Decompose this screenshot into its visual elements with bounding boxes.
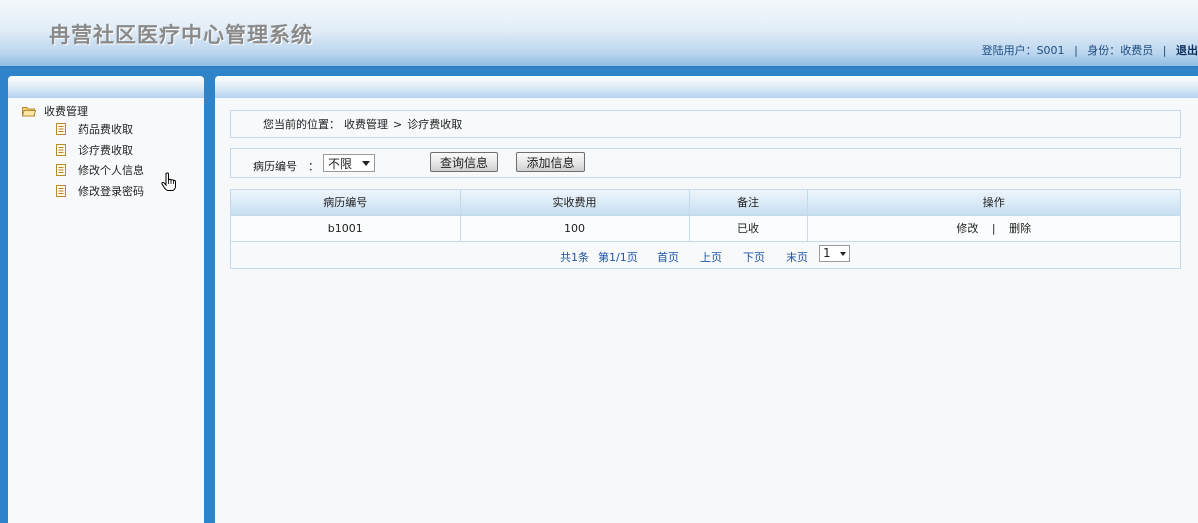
delete-link[interactable]: 删除 xyxy=(1009,222,1031,235)
chevron-down-icon xyxy=(362,161,370,166)
nav-root-fee-management[interactable]: 收费管理 xyxy=(22,103,144,119)
breadcrumb-arrow: > xyxy=(393,117,403,131)
app-header: 冉营社区医疗中心管理系统 登陆用户：S001 | 身份：收费员 | 退出 xyxy=(0,0,1198,68)
sidebar-item-change-password[interactable]: 修改登录密码 xyxy=(56,181,144,202)
folder-open-icon xyxy=(22,106,36,117)
breadcrumb-level2: 诊疗费收取 xyxy=(407,118,463,131)
nav-root-label: 收费管理 xyxy=(44,105,88,118)
amount-cell: 100 xyxy=(460,215,690,242)
pagination: 共1条 第1/1页 首页 上页 下页 末页 1 xyxy=(231,242,1180,268)
page-select[interactable]: 1 xyxy=(819,244,850,262)
content-header xyxy=(215,76,1198,98)
user-bar: 登陆用户：S001 | 身份：收费员 | 退出 xyxy=(982,42,1198,58)
chevron-down-icon xyxy=(840,251,846,256)
document-icon xyxy=(56,123,66,136)
column-header: 操作 xyxy=(807,190,1180,216)
sidebar-item-label: 修改个人信息 xyxy=(78,164,144,178)
column-header: 实收费用 xyxy=(460,190,690,216)
record-no-cell: b1001 xyxy=(231,215,461,242)
label-colon: ： xyxy=(308,160,319,173)
sidebar-item-medicine-fee[interactable]: 药品费收取 xyxy=(56,119,144,140)
app-title: 冉营社区医疗中心管理系统 xyxy=(49,22,313,47)
actions-cell: 修改 | 删除 xyxy=(807,215,1180,242)
prev-page-link[interactable]: 上页 xyxy=(700,249,722,265)
record-no-select[interactable]: 不限 xyxy=(323,154,375,172)
sidebar: 收费管理 药品费收取 诊疗费收取 修改个人信息 修改登录密码 xyxy=(8,76,204,523)
document-icon xyxy=(56,143,66,156)
page-select-value: 1 xyxy=(823,246,831,260)
sidebar-item-edit-profile[interactable]: 修改个人信息 xyxy=(56,160,144,181)
query-button[interactable]: 查询信息 xyxy=(430,152,498,172)
sidebar-header xyxy=(8,76,204,98)
record-no-label: 病历编号 xyxy=(253,160,297,173)
separator: | xyxy=(991,222,996,235)
records-table: 病历编号 实收费用 备注 操作 b1001 100 已收 修改 | 删除 共1条… xyxy=(230,189,1181,269)
hand-pointer-icon xyxy=(161,172,177,195)
total-count: 共1条 xyxy=(560,250,589,264)
column-header: 病历编号 xyxy=(231,190,461,216)
logout-link[interactable]: 退出 xyxy=(1176,44,1198,57)
column-header: 备注 xyxy=(689,190,808,216)
sidebar-item-label: 药品费收取 xyxy=(78,123,133,137)
first-page-link[interactable]: 首页 xyxy=(657,249,679,265)
breadcrumb-level1: 收费管理 xyxy=(344,118,388,131)
add-button[interactable]: 添加信息 xyxy=(516,152,585,172)
table-row: b1001 100 已收 修改 | 删除 xyxy=(231,215,1180,242)
page-info: 第1/1页 xyxy=(598,250,638,264)
separator: | xyxy=(1162,44,1167,57)
select-value: 不限 xyxy=(328,156,353,171)
separator: | xyxy=(1074,44,1078,57)
role-label: 身份：收费员 xyxy=(1087,44,1154,57)
note-cell: 已收 xyxy=(689,215,808,242)
last-page-link[interactable]: 末页 xyxy=(786,249,808,265)
search-bar: 病历编号 ： 不限 查询信息 添加信息 xyxy=(230,148,1181,178)
breadcrumb-prefix: 您当前的位置： xyxy=(263,118,340,131)
sidebar-item-treatment-fee[interactable]: 诊疗费收取 xyxy=(56,140,144,161)
main-content: 您当前的位置： 收费管理 > 诊疗费收取 病历编号 ： 不限 查询信息 添加信息… xyxy=(215,76,1198,523)
sidebar-item-label: 诊疗费收取 xyxy=(78,143,133,157)
edit-link[interactable]: 修改 xyxy=(956,222,978,235)
table-header-row: 病历编号 实收费用 备注 操作 xyxy=(231,190,1180,216)
nav-tree: 收费管理 药品费收取 诊疗费收取 修改个人信息 修改登录密码 xyxy=(22,103,144,201)
document-icon xyxy=(56,164,66,177)
next-page-link[interactable]: 下页 xyxy=(743,249,765,265)
breadcrumb: 您当前的位置： 收费管理 > 诊疗费收取 xyxy=(230,110,1181,138)
sidebar-item-label: 修改登录密码 xyxy=(78,184,144,198)
current-user-label: 登陆用户：S001 xyxy=(981,44,1065,57)
document-icon xyxy=(56,184,66,197)
